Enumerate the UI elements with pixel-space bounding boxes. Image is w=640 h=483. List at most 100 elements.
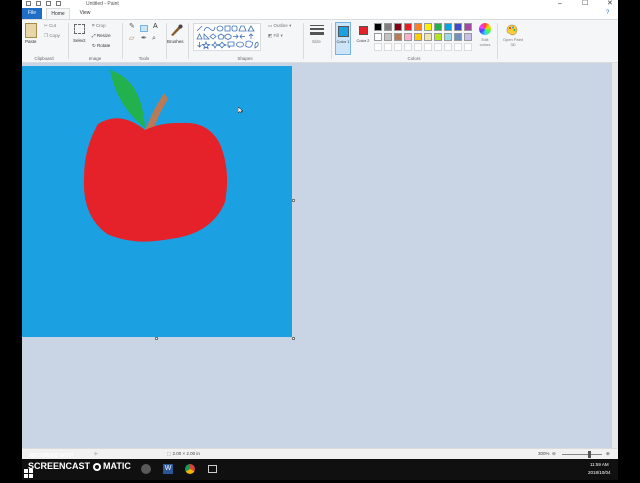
custom-color-slot[interactable]: [384, 43, 392, 51]
custom-color-slot[interactable]: [434, 43, 442, 51]
separator: [188, 23, 189, 59]
app-window-icon[interactable]: [208, 465, 217, 473]
palette-swatch[interactable]: [424, 33, 432, 41]
chrome-icon[interactable]: [185, 464, 195, 474]
clipboard-group-label: Clipboard: [34, 56, 54, 61]
clock-time: 11:59 AM: [590, 462, 609, 467]
shapes-group-label: Shapes: [237, 56, 253, 61]
edit-colors-button[interactable]: Edit colors: [477, 37, 493, 47]
palette-swatch[interactable]: [374, 33, 382, 41]
canvas-resize-handle-corner[interactable]: [292, 337, 295, 340]
maximize-button[interactable]: ☐: [582, 0, 588, 8]
palette-swatch[interactable]: [404, 33, 412, 41]
custom-color-slot[interactable]: [464, 43, 472, 51]
paint-app-icon: [26, 1, 31, 6]
brushes-icon[interactable]: [169, 23, 183, 37]
clock-date: 2018/10/04: [588, 470, 611, 475]
crop-button[interactable]: ⌗ Crop: [92, 23, 106, 29]
pencil-icon[interactable]: ✎: [129, 23, 135, 30]
drawing-canvas[interactable]: [22, 66, 292, 337]
palette-swatch[interactable]: [464, 33, 472, 41]
status-bar: ⊹ ⬚ 2.00 × 2.00 in 300% ⊖ ⊕: [22, 448, 618, 459]
word-icon[interactable]: W: [163, 464, 173, 474]
color-picker-icon[interactable]: ✒: [141, 35, 147, 42]
palette-swatch[interactable]: [394, 23, 402, 31]
save-icon[interactable]: [36, 1, 41, 6]
palette-swatch[interactable]: [384, 33, 392, 41]
zoom-level: 300%: [538, 451, 550, 456]
select-icon[interactable]: [74, 24, 85, 34]
custom-color-slot[interactable]: [414, 43, 422, 51]
tab-file[interactable]: File: [22, 8, 42, 19]
palette-swatch[interactable]: [424, 23, 432, 31]
custom-color-slot[interactable]: [444, 43, 452, 51]
chevron-down-icon: ▾: [280, 33, 283, 38]
palette-swatch[interactable]: [444, 23, 452, 31]
copy-button[interactable]: ❐ Copy: [44, 33, 60, 39]
paste-icon[interactable]: [25, 23, 37, 38]
title-bar: Untitled - Paint – ☐ ✕: [22, 0, 618, 8]
palette-swatch[interactable]: [374, 23, 382, 31]
palette-swatch[interactable]: [444, 33, 452, 41]
custom-color-slot[interactable]: [374, 43, 382, 51]
palette-swatch[interactable]: [454, 23, 462, 31]
palette-swatch[interactable]: [384, 23, 392, 31]
canvas-resize-handle-bottom[interactable]: [155, 337, 158, 340]
paste-button[interactable]: Paste: [25, 39, 37, 45]
zoom-slider-thumb[interactable]: [588, 451, 591, 458]
size-button[interactable]: Size: [312, 39, 321, 45]
help-icon[interactable]: ?: [606, 10, 609, 16]
palette-swatch[interactable]: [414, 23, 422, 31]
color1-swatch: [337, 26, 349, 37]
select-button[interactable]: Select: [73, 38, 86, 44]
rotate-button[interactable]: ↻ Rotate: [92, 43, 110, 49]
close-button[interactable]: ✕: [607, 0, 613, 8]
open-paint3d-button[interactable]: Open Paint 3D: [502, 37, 524, 47]
undo-icon[interactable]: [46, 1, 51, 6]
tab-home[interactable]: Home: [46, 8, 70, 19]
palette-swatch[interactable]: [434, 23, 442, 31]
resize-icon: ⤢: [92, 33, 96, 38]
eraser-icon[interactable]: ▱: [129, 35, 134, 42]
custom-color-slot[interactable]: [424, 43, 432, 51]
canvas-resize-handle-right[interactable]: [292, 199, 295, 202]
custom-color-slot[interactable]: [454, 43, 462, 51]
paint3d-icon[interactable]: [506, 23, 518, 36]
palette-swatch[interactable]: [454, 33, 462, 41]
color2-button[interactable]: Color 2: [355, 22, 371, 55]
separator: [68, 23, 69, 59]
magnifier-icon[interactable]: ⌕: [152, 35, 156, 42]
resize-button[interactable]: ⤢ Resize: [92, 33, 111, 39]
text-tool-icon[interactable]: A: [153, 23, 158, 30]
zoom-in-button[interactable]: ⊕: [606, 449, 610, 459]
zoom-out-button[interactable]: ⊖: [552, 449, 556, 459]
palette-swatch[interactable]: [464, 23, 472, 31]
palette-swatch[interactable]: [394, 33, 402, 41]
image-size-icon: ⬚: [167, 451, 172, 456]
custom-color-slot[interactable]: [404, 43, 412, 51]
fill-bucket-icon[interactable]: [140, 25, 148, 32]
separator: [303, 23, 304, 59]
cut-button[interactable]: ✂ Cut: [44, 23, 56, 29]
outline-dropdown[interactable]: ▭ Outline ▾: [268, 23, 291, 29]
palette-swatch[interactable]: [404, 23, 412, 31]
fill-dropdown[interactable]: ◩ Fill ▾: [268, 33, 283, 39]
separator: [331, 23, 332, 59]
paint-taskbar-icon[interactable]: [141, 464, 151, 474]
size-icon[interactable]: [310, 24, 324, 38]
redo-icon[interactable]: [56, 1, 61, 6]
shapes-gallery[interactable]: [193, 23, 261, 51]
edit-colors-icon[interactable]: [479, 23, 491, 35]
palette-swatch[interactable]: [434, 33, 442, 41]
tab-view[interactable]: View: [74, 8, 96, 19]
fill-icon: ◩: [268, 33, 273, 38]
scissors-icon: ✂: [44, 23, 48, 28]
custom-color-slot[interactable]: [394, 43, 402, 51]
minimize-button[interactable]: –: [558, 0, 562, 8]
palette-swatch[interactable]: [414, 33, 422, 41]
rotate-icon: ↻: [92, 43, 96, 48]
zoom-slider[interactable]: [562, 454, 602, 455]
vertical-scrollbar[interactable]: [612, 63, 618, 448]
color1-button[interactable]: Color 1: [335, 22, 351, 55]
brushes-button[interactable]: Brushes: [167, 39, 184, 45]
